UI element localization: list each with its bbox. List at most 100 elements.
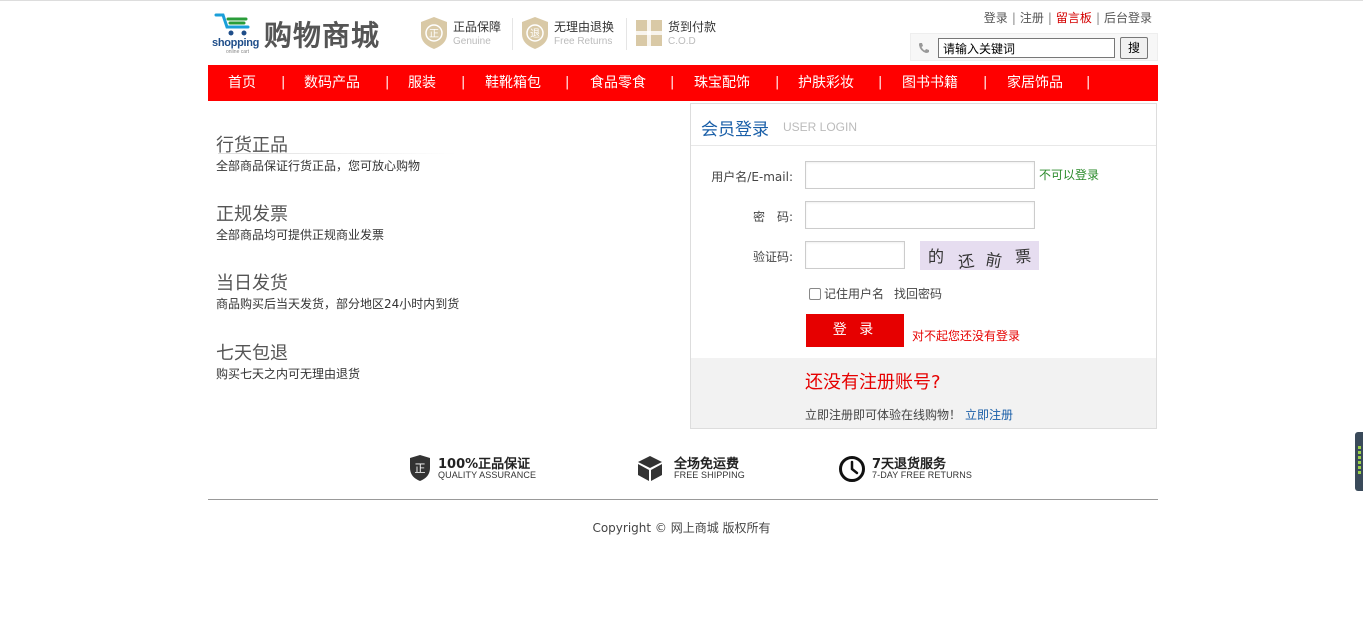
- promise-title: 无理由退换: [554, 20, 615, 34]
- promise-en: Free Returns: [554, 36, 613, 47]
- nav-item-jewelry[interactable]: 珠宝配饰: [694, 65, 750, 101]
- username-field[interactable]: [805, 161, 1035, 189]
- promise-en: C.O.D: [668, 36, 696, 47]
- side-float-tab[interactable]: [1355, 432, 1363, 491]
- username-hint: 不可以登录: [1039, 168, 1100, 182]
- password-field[interactable]: [805, 201, 1035, 229]
- phone-icon: [919, 43, 929, 53]
- find-password-link[interactable]: 找回密码: [894, 287, 942, 301]
- logo-sub: online cart: [226, 49, 250, 55]
- service-en: QUALITY ASSURANCE: [438, 470, 537, 480]
- captcha-char: 的: [928, 247, 945, 266]
- login-panel: 会员登录 USER LOGIN 用户名/E-mail: 不可以登录 密 码: 验…: [690, 103, 1157, 429]
- shield-icon: 正: [410, 455, 430, 481]
- link-separator: |: [1011, 11, 1016, 25]
- service-en: 7-DAY FREE RETURNS: [872, 470, 972, 480]
- search-bar: 搜: [910, 33, 1158, 61]
- box-icon: [638, 456, 662, 481]
- captcha-label: 验证码:: [752, 250, 793, 264]
- nav-separator: |: [461, 75, 466, 90]
- register-prompt: 立即注册即可体验在线购物！ 立即注册: [805, 406, 1013, 423]
- feature-desc: 全部商品均可提供正规商业发票: [216, 228, 385, 242]
- nav-item-books[interactable]: 图书书籍: [902, 65, 958, 101]
- logo-word: shopping: [212, 37, 260, 49]
- promise-en: Genuine: [453, 36, 491, 47]
- nav-separator: |: [670, 75, 675, 90]
- bars-icon: [1358, 446, 1361, 476]
- shield-icon: 退: [522, 17, 548, 49]
- admin-login-link[interactable]: 后台登录: [1104, 11, 1152, 25]
- captcha-char: 票: [1014, 246, 1032, 267]
- login-header: 会员登录 USER LOGIN: [691, 104, 1156, 146]
- message-board-link[interactable]: 留言板: [1056, 11, 1092, 25]
- gift-box-icon: [636, 20, 662, 46]
- captcha-char: 还: [956, 250, 976, 270]
- nav-item-home-decor[interactable]: 家居饰品: [1007, 65, 1063, 101]
- feature-invoice: 正规发票 全部商品均可提供正规商业发票: [216, 200, 384, 243]
- register-link[interactable]: 注册: [1020, 11, 1044, 25]
- feature-title: 正规发票: [216, 204, 288, 225]
- login-button[interactable]: 登 录: [806, 314, 904, 347]
- link-separator: |: [1095, 11, 1100, 25]
- promise-title: 正品保障: [453, 20, 502, 34]
- cart-icon: [214, 13, 250, 36]
- password-label: 密 码:: [752, 210, 793, 224]
- shield-char: 正: [415, 462, 426, 475]
- feature-desc: 购买七天之内可无理由退货: [216, 367, 361, 381]
- main-nav: 首页 | 数码产品 | 服装 | 鞋靴箱包 | 食品零食 | 珠宝配饰 | 护肤…: [208, 65, 1158, 101]
- link-separator: |: [1047, 11, 1052, 25]
- feature-underline: [218, 153, 456, 154]
- logo[interactable]: shopping online cart: [212, 12, 260, 55]
- register-area: 还没有注册账号? 立即注册即可体验在线购物！ 立即注册: [691, 358, 1156, 428]
- feature-title: 七天包退: [216, 343, 288, 364]
- top-links: 登录 | 注册 | 留言板 | 后台登录: [984, 9, 1152, 26]
- clock-icon: [839, 456, 865, 482]
- copyright: Copyright © 网上商城 版权所有: [592, 521, 771, 535]
- nav-separator: |: [878, 75, 883, 90]
- nav-separator: |: [565, 75, 570, 90]
- nav-item-cosmetics[interactable]: 护肤彩妆: [798, 65, 854, 101]
- login-link[interactable]: 登录: [984, 11, 1008, 25]
- nav-item-digital[interactable]: 数码产品: [304, 65, 360, 101]
- divider: [626, 18, 627, 50]
- remember-label[interactable]: 记住用户名: [824, 287, 884, 301]
- nav-item-food[interactable]: 食品零食: [590, 65, 646, 101]
- register-title: 还没有注册账号?: [805, 372, 941, 393]
- shield-char: 正: [429, 29, 439, 40]
- remember-row: 记住用户名 找回密码: [809, 285, 942, 302]
- search-input[interactable]: [938, 38, 1115, 58]
- nav-separator: |: [775, 75, 780, 90]
- nav-separator: |: [983, 75, 988, 90]
- nav-separator: |: [281, 75, 286, 90]
- captcha-image[interactable]: 的 还 前 票: [920, 241, 1039, 270]
- captcha-field[interactable]: [805, 241, 905, 269]
- footer-divider: [208, 499, 1158, 500]
- nav-item-home[interactable]: 首页: [228, 65, 256, 101]
- header: shopping online cart 购物商城 正 正品保障 Genuine…: [208, 1, 1158, 65]
- divider: [512, 18, 513, 50]
- nav-item-clothing[interactable]: 服装: [408, 65, 436, 101]
- login-subtitle: USER LOGIN: [783, 120, 858, 134]
- feature-genuine: 行货正品 全部商品保证行货正品，您可放心购物: [216, 131, 456, 174]
- register-text: 立即注册即可体验在线购物！: [805, 408, 962, 422]
- captcha-char: 前: [984, 249, 1004, 270]
- register-link[interactable]: 立即注册: [965, 408, 1013, 422]
- feature-return: 七天包退 购买七天之内可无理由退货: [216, 339, 360, 382]
- shield-char: 退: [530, 28, 540, 40]
- service-en: FREE SHIPPING: [674, 470, 745, 480]
- feature-desc: 全部商品保证行货正品，您可放心购物: [216, 159, 421, 173]
- username-label: 用户名/E-mail:: [711, 170, 793, 184]
- login-title: 会员登录: [701, 120, 769, 140]
- feature-title: 当日发货: [216, 273, 288, 294]
- feature-sameday: 当日发货 商品购买后当天发货，部分地区24小时内到货: [216, 269, 459, 312]
- search-button[interactable]: 搜: [1120, 37, 1148, 59]
- remember-checkbox[interactable]: [809, 288, 821, 300]
- nav-separator: |: [1086, 75, 1091, 90]
- nav-item-shoes-bags[interactable]: 鞋靴箱包: [485, 65, 541, 101]
- feature-desc: 商品购买后当天发货，部分地区24小时内到货: [216, 297, 460, 311]
- login-error: 对不起您还没有登录: [912, 329, 1021, 343]
- brand-name: 购物商城: [264, 19, 381, 52]
- nav-separator: |: [385, 75, 390, 90]
- shield-icon: 正: [421, 17, 447, 49]
- promise-title: 货到付款: [668, 20, 717, 34]
